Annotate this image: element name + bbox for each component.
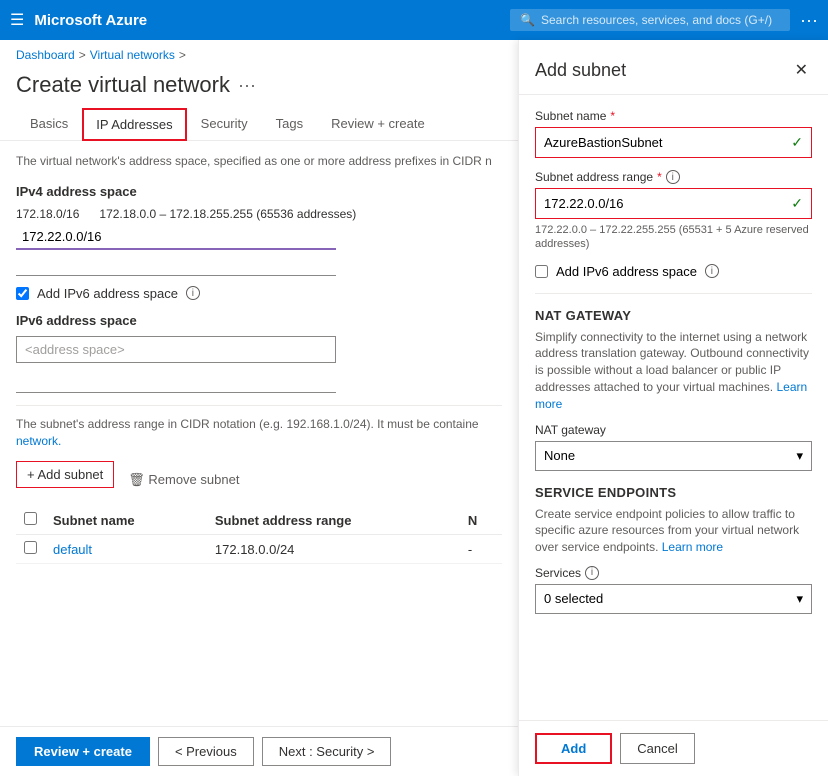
breadcrumb-virtual-networks[interactable]: Virtual networks <box>90 48 175 62</box>
subnet-name-link[interactable]: default <box>53 542 92 557</box>
subnet-name-check-icon: ✓ <box>791 134 803 151</box>
panel-ipv6-checkbox-row: Add IPv6 address space i <box>535 264 812 279</box>
add-button[interactable]: Add <box>535 733 612 764</box>
services-info-icon[interactable]: i <box>585 566 599 580</box>
subnet-address-check-icon: ✓ <box>791 195 803 212</box>
breadcrumb-sep1: > <box>79 48 86 62</box>
app-title: Microsoft Azure <box>34 12 500 29</box>
service-learn-more-link[interactable]: Learn more <box>662 540 723 554</box>
page-title: Create virtual network <box>16 72 230 98</box>
table-row: default 172.18.0.0/24 - <box>16 535 502 564</box>
nat-gateway-chevron: ▾ <box>796 448 803 464</box>
services-chevron: ▾ <box>796 591 803 607</box>
tab-bar: Basics IP Addresses Security Tags Review… <box>0 108 518 141</box>
ipv4-input[interactable] <box>16 225 336 250</box>
subnet-address-required: * <box>657 170 662 184</box>
select-all-checkbox[interactable] <box>24 512 37 525</box>
bottom-bar: Review + create < Previous Next : Securi… <box>0 726 518 776</box>
ipv4-section-label: IPv4 address space <box>16 184 502 199</box>
tab-review-create[interactable]: Review + create <box>317 108 439 141</box>
services-value: 0 selected <box>544 591 603 606</box>
breadcrumb: Dashboard > Virtual networks > <box>0 40 518 66</box>
search-icon: 🔍 <box>520 13 535 27</box>
ipv4-empty-input[interactable] <box>16 252 336 276</box>
ipv6-empty-input[interactable] <box>16 369 336 393</box>
subnet-warning: The subnet's address range in CIDR notat… <box>16 405 502 450</box>
page-options[interactable]: ··· <box>238 75 256 96</box>
ipv6-section-label: IPv6 address space <box>16 313 502 328</box>
nat-gateway-value: None <box>544 448 575 463</box>
col-extra: N <box>460 506 502 535</box>
add-subnet-button[interactable]: + Add subnet <box>16 461 114 488</box>
search-input[interactable] <box>541 13 780 27</box>
subnet-extra-cell: - <box>460 535 502 564</box>
nat-gateway-desc: Simplify connectivity to the internet us… <box>535 329 812 413</box>
services-label: Services i <box>535 566 812 580</box>
col-subnet-range: Subnet address range <box>207 506 460 535</box>
breadcrumb-dashboard[interactable]: Dashboard <box>16 48 75 62</box>
subnet-name-required: * <box>610 109 615 123</box>
cancel-button[interactable]: Cancel <box>620 733 694 764</box>
subnet-actions: + Add subnet 🗑 Remove subnet <box>16 461 502 498</box>
top-nav: ☰ Microsoft Azure 🔍 ··· <box>0 0 828 40</box>
services-dropdown[interactable]: 0 selected ▾ <box>535 584 812 614</box>
close-panel-button[interactable]: ✕ <box>791 56 812 84</box>
nat-gateway-section-title: NAT GATEWAY <box>535 308 812 323</box>
subnet-address-info-icon[interactable]: i <box>666 170 680 184</box>
ipv6-info-icon[interactable]: i <box>186 286 200 300</box>
ipv4-address: 172.18.0/16 <box>16 207 79 221</box>
col-subnet-name: Subnet name <box>45 506 207 535</box>
previous-button[interactable]: < Previous <box>158 737 254 766</box>
ipv6-checkbox-row: Add IPv6 address space i <box>16 286 502 301</box>
search-bar[interactable]: 🔍 <box>510 9 790 31</box>
panel-ipv6-info-icon[interactable]: i <box>705 264 719 278</box>
nat-learn-more-link[interactable]: Learn more <box>535 380 807 411</box>
subnet-name-input[interactable] <box>544 135 791 150</box>
tab-tags[interactable]: Tags <box>262 108 317 141</box>
ipv6-checkbox[interactable] <box>16 287 29 300</box>
network-link[interactable]: network. <box>16 434 61 448</box>
panel-footer: Add Cancel <box>519 720 828 776</box>
subnet-name-input-wrapper[interactable]: ✓ <box>535 127 812 158</box>
divider-1 <box>535 293 812 294</box>
subnet-address-input-wrapper[interactable]: ✓ <box>535 188 812 219</box>
service-endpoints-section-title: SERVICE ENDPOINTS <box>535 485 812 500</box>
tab-basics[interactable]: Basics <box>16 108 82 141</box>
hamburger-menu[interactable]: ☰ <box>10 10 24 30</box>
ipv6-checkbox-label: Add IPv6 address space <box>37 286 178 301</box>
panel-body: Subnet name * ✓ Subnet address range * i… <box>519 95 828 720</box>
nat-gateway-label: NAT gateway <box>535 423 812 437</box>
address-row: 172.18.0/16 172.18.0.0 – 172.18.255.255 … <box>16 207 502 221</box>
tab-security[interactable]: Security <box>187 108 262 141</box>
main-content: Dashboard > Virtual networks > Create vi… <box>0 40 828 776</box>
right-panel: Add subnet ✕ Subnet name * ✓ Subnet addr… <box>518 40 828 776</box>
panel-header: Add subnet ✕ <box>519 40 828 95</box>
subnet-address-hint: 172.22.0.0 – 172.22.255.255 (65531 + 5 A… <box>535 223 812 252</box>
subnet-address-input[interactable] <box>544 196 791 211</box>
subnet-table: Subnet name Subnet address range N defau… <box>16 506 502 564</box>
panel-ipv6-label: Add IPv6 address space <box>556 264 697 279</box>
content-area: The virtual network's address space, spe… <box>0 141 518 726</box>
subnet-range-cell: 172.18.0.0/24 <box>207 535 460 564</box>
subnet-name-label: Subnet name * <box>535 109 812 123</box>
subnet-address-label: Subnet address range * i <box>535 170 812 184</box>
panel-title: Add subnet <box>535 60 626 81</box>
section-description: The virtual network's address space, spe… <box>16 153 502 170</box>
ipv4-range: 172.18.0.0 – 172.18.255.255 (65536 addre… <box>99 207 356 221</box>
review-create-button[interactable]: Review + create <box>16 737 150 766</box>
remove-subnet-button[interactable]: 🗑 Remove subnet <box>118 467 249 493</box>
row-checkbox[interactable] <box>24 541 37 554</box>
breadcrumb-sep2: > <box>179 48 186 62</box>
nat-gateway-dropdown[interactable]: None ▾ <box>535 441 812 471</box>
left-panel: Dashboard > Virtual networks > Create vi… <box>0 40 518 776</box>
page-title-area: Create virtual network ··· <box>0 66 518 108</box>
more-options[interactable]: ··· <box>800 10 818 31</box>
next-button[interactable]: Next : Security > <box>262 737 392 766</box>
service-endpoints-desc: Create service endpoint policies to allo… <box>535 506 812 556</box>
panel-ipv6-checkbox[interactable] <box>535 265 548 278</box>
tab-ip-addresses[interactable]: IP Addresses <box>82 108 186 141</box>
ipv6-placeholder-input[interactable]: <address space> <box>16 336 336 363</box>
